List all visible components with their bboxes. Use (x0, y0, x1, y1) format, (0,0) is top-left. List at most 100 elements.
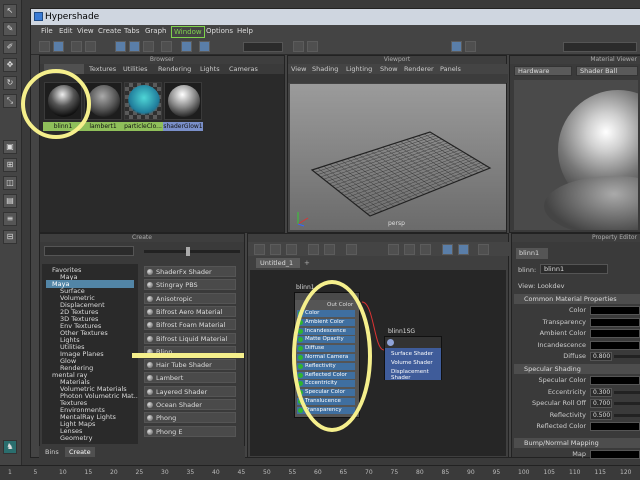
graph-grid-icon[interactable] (478, 244, 489, 255)
menu-view[interactable]: View (77, 25, 94, 38)
menu-graph[interactable]: Graph (145, 25, 166, 38)
property-slider[interactable] (614, 413, 640, 417)
shader-list-item[interactable]: Ocean Shader (144, 399, 236, 410)
tab-utilities[interactable]: Utilities (120, 64, 150, 74)
menu-file[interactable]: File (41, 25, 53, 38)
property-value-field[interactable]: 0.800 (590, 352, 612, 361)
list-icon[interactable] (85, 41, 96, 52)
outliner-icon[interactable]: ≡ (3, 212, 17, 226)
shader-list-item[interactable]: Phong (144, 412, 236, 424)
section-bump-mapping[interactable]: Bump/Normal Mapping (514, 438, 640, 448)
graph-frame-icon[interactable] (442, 244, 453, 255)
shader-list-item[interactable]: Anisotropic (144, 292, 236, 304)
viewport-light-icon[interactable] (465, 41, 476, 52)
rotate-tool-icon[interactable]: ↻ (3, 76, 17, 90)
graph-tool-h-icon[interactable] (404, 244, 415, 255)
graph-tool-d-icon[interactable] (308, 244, 319, 255)
swatch-size-icon[interactable] (115, 41, 126, 52)
section-specular-shading[interactable]: Specular Shading (514, 364, 640, 374)
lasso-tool-icon[interactable]: ✎ (3, 22, 17, 36)
property-value-field[interactable]: 0.500 (590, 410, 612, 420)
filter-icon[interactable] (199, 41, 210, 52)
graph-tool-e-icon[interactable] (324, 244, 335, 255)
color-swatch-field[interactable] (590, 306, 640, 315)
vp-menu-lighting[interactable]: Lighting (346, 64, 372, 74)
shader-list-item[interactable]: Bifrost Foam Material (144, 319, 236, 331)
color-swatch-field[interactable] (590, 422, 640, 431)
graph-tab-untitled[interactable]: Untitled_1 (256, 258, 300, 268)
menu-window[interactable]: Window (171, 26, 205, 38)
menu-create[interactable]: Create (98, 25, 121, 38)
vp-menu-shading[interactable]: Shading (312, 64, 338, 74)
shader-list-item[interactable]: ShaderFx Shader (144, 266, 236, 277)
preview-shape-dropdown[interactable]: Shader Ball (576, 66, 638, 76)
add-graph-tab-button[interactable]: + (304, 258, 314, 268)
time-slider[interactable]: 1 5 10 15 20 25 30 35 40 45 50 55 60 65 70 75 80 85 90 95 10… (0, 465, 640, 480)
shader-list-item[interactable]: Layered Shader (144, 385, 236, 397)
menu-tabs[interactable]: Tabs (124, 25, 140, 38)
tree-item[interactable]: Geometry (46, 434, 92, 442)
property-value-field[interactable]: 0.700 (590, 399, 612, 408)
viewport-tool-a-icon[interactable] (293, 41, 304, 52)
color-swatch-field[interactable] (590, 340, 640, 350)
node-tab-blinn1[interactable]: blinn1 (516, 248, 548, 259)
color-swatch-field[interactable] (590, 329, 640, 338)
viewport-shading-icon[interactable] (451, 41, 462, 52)
vp-menu-renderer[interactable]: Renderer (404, 64, 434, 74)
viewport-scene[interactable]: persp (290, 84, 506, 230)
graph-tool-b-icon[interactable] (270, 244, 281, 255)
layout-single-icon[interactable]: ▣ (3, 140, 17, 154)
property-value-field[interactable]: 0.300 (590, 387, 612, 397)
browser-search-input[interactable] (243, 42, 283, 52)
property-slider[interactable] (614, 402, 640, 405)
layout-split-icon[interactable]: ◫ (3, 176, 17, 190)
menu-help[interactable]: Help (237, 25, 253, 38)
menu-edit[interactable]: Edit (59, 25, 73, 38)
slider-handle[interactable] (186, 247, 190, 256)
tab-bins[interactable]: Bins (41, 447, 63, 457)
node-name-field[interactable]: blinn1 (540, 264, 608, 274)
shader-list-item[interactable]: Lambert (144, 372, 236, 384)
shader-list-item[interactable]: Phong E (144, 425, 236, 437)
shader-list-item[interactable]: Hair Tube Shader (144, 359, 236, 371)
section-common-material[interactable]: Common Material Properties (514, 294, 640, 304)
property-slider[interactable] (614, 390, 640, 394)
graph-tool-c-icon[interactable] (286, 244, 297, 255)
tab-cameras[interactable]: Cameras (226, 64, 261, 74)
scale-tool-icon[interactable]: ⤡ (3, 94, 17, 108)
color-swatch-field[interactable] (590, 376, 640, 385)
graph-zoom-icon[interactable] (458, 244, 469, 255)
material-search-input[interactable] (563, 42, 637, 52)
move-tool-icon[interactable]: ✥ (3, 58, 17, 72)
layout-icon[interactable] (53, 41, 64, 52)
tab-create[interactable]: Create (65, 447, 95, 457)
grid-icon[interactable] (71, 41, 82, 52)
property-slider[interactable] (614, 355, 640, 358)
create-search-input[interactable] (44, 246, 134, 256)
tab-lights[interactable]: Lights (197, 64, 223, 74)
layout-four-icon[interactable]: ⊞ (3, 158, 17, 172)
shader-list-item[interactable]: Bifrost Liquid Material (144, 332, 236, 344)
select-tool-icon[interactable]: ↖ (3, 4, 17, 18)
tab-rendering[interactable]: Rendering (155, 64, 194, 74)
swatch-shaderglow1[interactable] (164, 82, 202, 120)
sort-reverse-icon[interactable] (181, 41, 192, 52)
browser-toggle-icon[interactable] (39, 41, 50, 52)
sort-name-icon[interactable] (129, 41, 140, 52)
node-graph-canvas[interactable]: blinn1 Out Color Color Ambient Color Incan… (250, 270, 506, 456)
menu-options[interactable]: Options (206, 25, 233, 38)
layout-stack-icon[interactable]: ▤ (3, 194, 17, 208)
graph-tool-a-icon[interactable] (254, 244, 265, 255)
color-swatch-field[interactable] (590, 450, 640, 459)
vp-menu-show[interactable]: Show (380, 64, 398, 74)
graph-tool-i-icon[interactable] (420, 244, 431, 255)
renderer-dropdown[interactable]: Hardware (514, 66, 572, 76)
shader-list-item[interactable]: Bifrost Aero Material (144, 305, 236, 317)
swatch-size-slider[interactable] (144, 247, 240, 256)
color-swatch-field[interactable] (590, 317, 640, 327)
sort-time-icon[interactable] (161, 41, 172, 52)
sort-type-icon[interactable] (143, 41, 154, 52)
viewport-tool-b-icon[interactable] (307, 41, 318, 52)
swatch-particlecloud[interactable] (124, 82, 162, 120)
graph-tool-g-icon[interactable] (388, 244, 399, 255)
